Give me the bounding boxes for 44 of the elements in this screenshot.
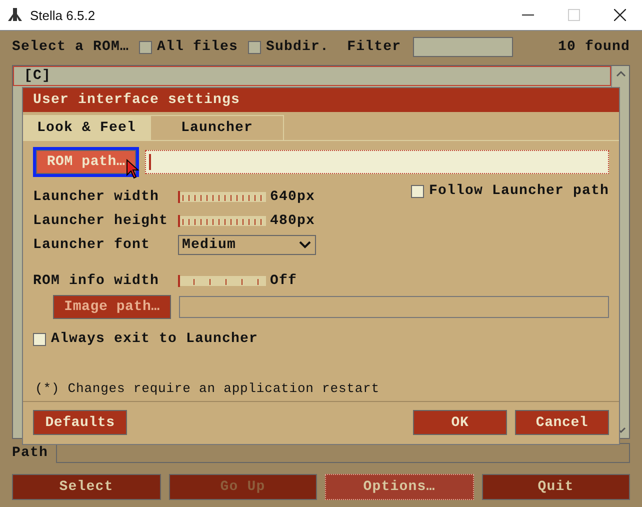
- slider-reading: 640px: [270, 189, 316, 205]
- restart-note: (*) Changes require an application restart: [23, 381, 619, 402]
- tab[interactable]: Look & Feel: [23, 115, 150, 140]
- window-title: Stella 6.5.2: [30, 8, 96, 22]
- mouse-cursor-icon: [126, 159, 140, 179]
- checkbox[interactable]: [139, 40, 152, 54]
- dialog-button[interactable]: OK: [413, 410, 507, 435]
- checkbox[interactable]: [248, 40, 262, 54]
- slider-label: ROM info width: [33, 273, 160, 289]
- found-count: 10 found: [558, 39, 630, 55]
- slider-reading: 480px: [270, 213, 316, 229]
- defaults-button[interactable]: Defaults: [33, 410, 127, 435]
- checkbox-label: All files: [157, 39, 238, 55]
- slider-label: Launcher width: [33, 189, 160, 205]
- scroll-up-icon[interactable]: [616, 70, 626, 78]
- image-path-field[interactable]: [179, 296, 609, 318]
- slider[interactable]: [178, 216, 266, 226]
- checkbox[interactable]: [410, 184, 424, 198]
- filter-field[interactable]: [413, 37, 514, 57]
- launcher-button[interactable]: Select: [12, 474, 160, 500]
- chevron-down-icon: [299, 241, 311, 249]
- slider[interactable]: [178, 276, 266, 286]
- app-icon: [6, 7, 24, 23]
- tab[interactable]: Launcher: [150, 115, 284, 140]
- slider-label: Launcher height: [33, 213, 170, 229]
- dialog-title: User interface settings: [23, 88, 619, 112]
- slider-reading: Off: [270, 273, 298, 289]
- checkbox-label: Follow Launcher path: [428, 183, 609, 199]
- dialog-button[interactable]: Cancel: [515, 410, 609, 435]
- launcher-button[interactable]: Quit: [482, 474, 630, 500]
- select-label: Launcher font: [33, 237, 152, 253]
- rom-path-field[interactable]: [145, 150, 609, 174]
- font-select[interactable]: Medium: [178, 235, 316, 255]
- checkbox-label: Always exit to Launcher: [51, 331, 258, 347]
- path-label: Path: [12, 445, 48, 461]
- checkbox-label: Subdir.: [266, 39, 330, 55]
- checkbox[interactable]: [33, 332, 46, 346]
- slider[interactable]: [178, 192, 266, 202]
- filter-label: Filter: [347, 39, 402, 55]
- close-icon[interactable]: [614, 9, 626, 21]
- list-item[interactable]: [C]: [13, 66, 611, 86]
- rom-path-button[interactable]: ROM path…: [36, 150, 136, 174]
- heading-label: Select a ROM…: [12, 39, 130, 55]
- launcher-button[interactable]: Options…: [325, 474, 474, 500]
